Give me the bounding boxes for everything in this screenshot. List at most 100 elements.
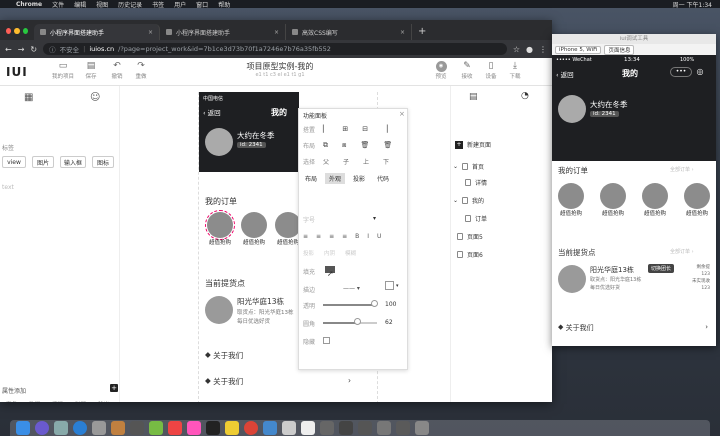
close-tab-icon[interactable]: × bbox=[148, 29, 153, 36]
tab-shadow[interactable]: 投影 bbox=[349, 173, 369, 184]
component-view[interactable]: view bbox=[2, 156, 26, 168]
app-icon[interactable] bbox=[168, 421, 182, 435]
align-right-icon[interactable]: ▕ bbox=[382, 125, 387, 133]
phone-pickup-avatar[interactable] bbox=[205, 296, 233, 324]
app-icon[interactable] bbox=[396, 421, 410, 435]
launchpad-icon[interactable] bbox=[54, 421, 68, 435]
app-icon[interactable] bbox=[130, 421, 144, 435]
text-align-left-icon[interactable]: ≡ bbox=[303, 233, 308, 240]
download-button[interactable]: ⤓ 下载 bbox=[502, 61, 528, 80]
capsule-more-icon[interactable]: ••• bbox=[670, 67, 692, 77]
sim-back-button[interactable]: ‹ 返回 bbox=[556, 69, 574, 79]
settings-icon[interactable] bbox=[92, 421, 106, 435]
design-canvas[interactable]: 中国电信 ‹ 返回 我的 大约在冬季 id: 2341 我的订单 超值抢购 超值… bbox=[120, 86, 450, 402]
menu-help[interactable]: 帮助 bbox=[218, 0, 230, 9]
undo-button[interactable]: ↶ 撤销 bbox=[104, 61, 130, 80]
menu-history[interactable]: 历史记录 bbox=[118, 0, 142, 9]
sim-orders-link[interactable]: 全部订单 › bbox=[670, 166, 694, 173]
chevron-down-icon[interactable]: ⌄ bbox=[453, 163, 458, 170]
app-icon[interactable] bbox=[282, 421, 296, 435]
zoom-window-icon[interactable] bbox=[22, 28, 28, 34]
sim-about-row[interactable]: ◆ 关于我们 › bbox=[558, 323, 708, 333]
menu-edit[interactable]: 编辑 bbox=[74, 0, 86, 9]
attr-tab-condition[interactable]: 判断 bbox=[75, 400, 86, 402]
account-icon[interactable]: ● bbox=[526, 45, 533, 54]
device-button[interactable]: ▯ 设备 bbox=[478, 61, 504, 80]
attr-tab-loop[interactable]: 循环 bbox=[52, 400, 63, 402]
border-color-swatch[interactable] bbox=[385, 281, 394, 290]
finder-icon[interactable] bbox=[16, 421, 30, 435]
sim-pickup-link[interactable]: 全部订单 › bbox=[670, 248, 694, 255]
browser-tab-2[interactable]: 小程序界面搭建助手 × bbox=[160, 24, 286, 40]
app-icon[interactable] bbox=[339, 421, 353, 435]
trash-icon[interactable]: 🗑 bbox=[383, 141, 392, 150]
more-menu-icon[interactable]: ⋮ bbox=[539, 45, 547, 54]
sim-pickup-avatar[interactable] bbox=[558, 265, 586, 293]
underline-icon[interactable]: U bbox=[377, 233, 381, 240]
forward-icon[interactable]: → bbox=[18, 45, 25, 54]
hidden-checkbox[interactable] bbox=[323, 337, 330, 344]
page-item-6[interactable]: 页面6 bbox=[457, 250, 483, 259]
order-item[interactable]: 超值抢购 bbox=[239, 212, 269, 246]
terminal-icon[interactable] bbox=[206, 421, 220, 435]
minimize-window-icon[interactable] bbox=[14, 28, 20, 34]
opacity-slider-handle[interactable] bbox=[371, 300, 378, 307]
select-down-icon[interactable]: 下 bbox=[383, 157, 389, 166]
italic-icon[interactable]: I bbox=[367, 233, 369, 240]
grid-icon[interactable]: ▦ bbox=[24, 92, 33, 103]
close-panel-icon[interactable]: × bbox=[399, 110, 405, 118]
page-item-5[interactable]: 页面5 bbox=[457, 232, 483, 241]
new-tab-button[interactable]: + bbox=[412, 26, 432, 40]
menu-bookmarks[interactable]: 书签 bbox=[152, 0, 164, 9]
text-align-center-icon[interactable]: ≡ bbox=[316, 233, 321, 240]
browser-tab-1[interactable]: 小程序界面搭建助手 × bbox=[34, 24, 160, 40]
app-icon[interactable] bbox=[187, 421, 201, 435]
opacity-slider[interactable] bbox=[323, 304, 377, 306]
sketch-icon[interactable] bbox=[225, 421, 239, 435]
order-item[interactable]: 超值抢购 bbox=[556, 183, 586, 217]
redo-button[interactable]: ↷ 重做 bbox=[128, 61, 154, 80]
back-icon[interactable]: ← bbox=[5, 45, 12, 54]
app-icon[interactable] bbox=[301, 421, 315, 435]
order-item[interactable]: 超值抢购 bbox=[682, 183, 712, 217]
close-tab-icon[interactable]: × bbox=[274, 29, 279, 36]
order-item[interactable]: 超值抢购 bbox=[205, 210, 235, 246]
select-child-icon[interactable]: 子 bbox=[343, 157, 349, 166]
copy-icon[interactable]: ⧉ bbox=[323, 141, 328, 150]
text-justify-icon[interactable]: ≡ bbox=[342, 233, 347, 240]
phone-back-button[interactable]: ‹ 返回 bbox=[203, 107, 221, 117]
menu-user[interactable]: 用户 bbox=[174, 0, 186, 9]
smiley-icon[interactable]: ☺ bbox=[90, 92, 100, 103]
radius-slider-handle[interactable] bbox=[354, 318, 361, 325]
select-parent-icon[interactable]: 父 bbox=[323, 157, 329, 166]
extra-label[interactable]: 模糊 bbox=[345, 249, 356, 257]
document-icon[interactable]: ▤ bbox=[469, 92, 478, 102]
preview-button[interactable]: ◉ 预览 bbox=[428, 61, 454, 80]
attr-tab-data[interactable]: 数据 bbox=[29, 400, 40, 402]
device-select[interactable]: iPhone 5, WiFi bbox=[555, 45, 602, 54]
capsule-close-icon[interactable]: ◎ bbox=[694, 67, 706, 77]
new-page-button[interactable]: + 新建页面 bbox=[455, 140, 491, 149]
save-button[interactable]: ▤ 保存 bbox=[78, 61, 104, 80]
order-item[interactable]: 超值抢购 bbox=[598, 183, 628, 217]
attr-add-button[interactable]: + bbox=[110, 384, 118, 392]
close-tab-icon[interactable]: × bbox=[400, 29, 405, 36]
align-left-icon[interactable]: ▏ bbox=[323, 125, 328, 133]
tab-layout[interactable]: 布局 bbox=[301, 173, 321, 184]
select-up-icon[interactable]: 上 bbox=[363, 157, 369, 166]
menu-file[interactable]: 文件 bbox=[52, 0, 64, 9]
menu-window[interactable]: 窗口 bbox=[196, 0, 208, 9]
font-size-dropdown[interactable]: ▾ bbox=[373, 215, 376, 222]
attr-tab-event[interactable]: 事务 bbox=[6, 400, 17, 402]
bold-icon[interactable]: B bbox=[355, 233, 359, 240]
align-center-icon[interactable]: ⊞ bbox=[342, 125, 348, 133]
radius-slider[interactable] bbox=[323, 322, 377, 324]
app-icon[interactable] bbox=[149, 421, 163, 435]
page-item-detail[interactable]: 详情 bbox=[465, 178, 487, 187]
app-icon[interactable] bbox=[320, 421, 334, 435]
text-align-right-icon[interactable]: ≡ bbox=[329, 233, 334, 240]
menu-view[interactable]: 视图 bbox=[96, 0, 108, 9]
page-item-home[interactable]: ⌄ 首页 bbox=[453, 162, 484, 171]
reload-icon[interactable]: ↻ bbox=[30, 45, 37, 54]
safari-icon[interactable] bbox=[73, 421, 87, 435]
